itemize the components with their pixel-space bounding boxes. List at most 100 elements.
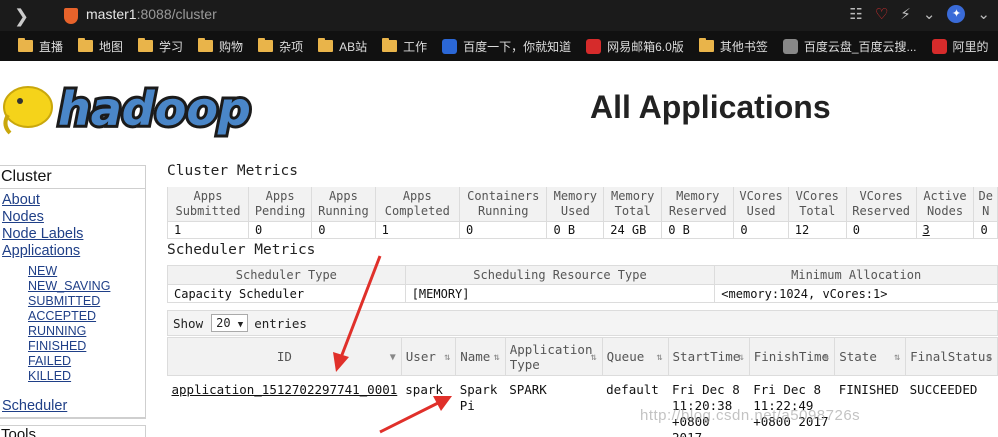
sidebar: Cluster About Nodes Node Labels Application…: [0, 165, 146, 419]
app-id-link[interactable]: application_1512702297741_0001: [172, 382, 398, 397]
metric-value: 0: [458, 220, 548, 239]
scheduler-metrics-title: Scheduler Metrics: [167, 242, 316, 258]
bookmark-item[interactable]: AB站: [318, 38, 367, 55]
chevron-down-icon[interactable]: ⌄: [977, 5, 990, 23]
active-nodes-link[interactable]: 3: [923, 223, 930, 237]
sort-icon[interactable]: ⇅: [444, 350, 450, 365]
lightning-icon[interactable]: ⚡: [900, 5, 911, 23]
metric-header-line1: VCores: [739, 188, 783, 203]
metric-header: Apps Pending: [247, 187, 313, 222]
metric-header: Active Nodes: [915, 187, 975, 222]
column-header-starttime[interactable]: StartTime ⇅: [667, 337, 750, 376]
metric-header-line2: Total: [614, 203, 651, 218]
column-header-label: Queue: [606, 349, 645, 364]
metric-value: 3: [915, 220, 975, 239]
sort-icon[interactable]: ⇅: [657, 350, 663, 365]
metric-header-line1: Memory: [553, 188, 598, 203]
address-bar[interactable]: master1:8088/cluster: [86, 6, 217, 22]
bookmark-item[interactable]: 购物: [198, 38, 243, 55]
bookmark-item[interactable]: 其他书签: [698, 38, 768, 55]
metric-header-line1: Apps: [402, 188, 432, 203]
bookmark-label: 购物: [219, 39, 244, 54]
sort-icon[interactable]: ⇅: [986, 350, 992, 365]
metric-value: 0: [973, 220, 998, 239]
metric-header: Apps Completed: [374, 187, 461, 222]
bookmark-item[interactable]: 杂项: [258, 38, 303, 55]
sidebar-tools-caption[interactable]: Tools: [0, 425, 146, 437]
sidebar-item-node-labels[interactable]: Node Labels: [0, 226, 145, 243]
sort-icon[interactable]: ⇅: [494, 350, 500, 365]
metric-header-line1: Apps: [328, 188, 358, 203]
sidebar-state-new[interactable]: NEW: [0, 264, 145, 279]
column-header-queue[interactable]: Queue ⇅: [601, 337, 669, 376]
metric-header-line1: VCores: [859, 188, 903, 203]
sidebar-item-about[interactable]: About: [0, 192, 145, 209]
column-header-finalstatus[interactable]: FinalStatus ⇅: [905, 337, 998, 376]
bookmark-item[interactable]: 地图: [78, 38, 123, 55]
sidebar-item-scheduler[interactable]: Scheduler: [0, 398, 145, 418]
start-l1: Fri Dec 8: [672, 382, 740, 397]
sidebar-state-failed[interactable]: FAILED: [0, 354, 145, 369]
translate-icon[interactable]: ☷: [849, 5, 862, 23]
sort-icon[interactable]: ⇅: [738, 350, 744, 365]
bookmark-item[interactable]: 百度云盘_百度云搜...: [782, 38, 917, 55]
bookmark-label: 直播: [39, 39, 64, 54]
folder-icon: [258, 38, 274, 52]
min-allocation-value: <memory:1024, vCores:1>: [714, 284, 998, 303]
column-header-state[interactable]: State ⇅: [834, 337, 907, 376]
folder-icon: [198, 38, 214, 52]
sort-icon[interactable]: ▼: [390, 350, 396, 365]
sidebar-state-new-saving[interactable]: NEW_SAVING: [0, 279, 145, 294]
bookmark-label: 地图: [99, 39, 124, 54]
column-header-label: State: [839, 349, 877, 364]
metric-header-line1: Memory: [676, 188, 720, 203]
chevron-down-icon[interactable]: ⌄: [923, 5, 936, 23]
sidebar-item-nodes[interactable]: Nodes: [0, 209, 145, 226]
show-label: Show: [173, 315, 204, 331]
site-icon: [931, 38, 947, 54]
bookmark-item[interactable]: 网易邮箱6.0版: [586, 38, 684, 55]
sidebar-item-applications[interactable]: Applications: [0, 243, 145, 260]
column-header-label: User: [405, 349, 436, 364]
metric-value: 1: [167, 220, 249, 239]
metric-header-line1: Apps: [193, 188, 223, 203]
metric-header-line2: N: [982, 203, 990, 218]
browser-toolbar: ❯ master1:8088/cluster ☷ ♡ ⚡ ⌄ ✦ ⌄: [0, 0, 998, 31]
sidebar-state-finished[interactable]: FINISHED: [0, 339, 145, 354]
column-header-name[interactable]: Name ⇅: [455, 337, 506, 376]
column-header-label: Application: [509, 341, 593, 357]
bookmark-item[interactable]: 阿里的: [931, 38, 989, 55]
sort-icon[interactable]: ⇅: [591, 350, 597, 365]
sidebar-state-killed[interactable]: KILLED: [0, 369, 145, 384]
site-icon: [782, 38, 798, 54]
sidebar-caption[interactable]: Cluster: [0, 166, 145, 189]
column-header-user[interactable]: User ⇅: [400, 337, 457, 376]
shield-icon[interactable]: [64, 8, 78, 24]
bookmark-label: 杂项: [279, 39, 304, 54]
bookmark-item[interactable]: 百度一下，你就知道: [442, 38, 571, 55]
column-header-application-type[interactable]: Application Type ⇅: [504, 337, 603, 376]
metric-header: VCores Used: [733, 187, 789, 222]
sort-icon[interactable]: ⇅: [894, 350, 900, 365]
sidebar-state-accepted[interactable]: ACCEPTED: [0, 309, 145, 324]
folder-icon: [78, 38, 94, 52]
bookmark-label: 网易邮箱6.0版: [607, 39, 684, 54]
favorite-icon[interactable]: ♡: [875, 5, 888, 23]
column-header-id[interactable]: ID ▼: [167, 337, 402, 376]
sort-icon[interactable]: ⇅: [823, 350, 829, 365]
column-header-finishtime[interactable]: FinishTime ⇅: [748, 337, 836, 376]
bookmark-item[interactable]: 学习: [138, 38, 183, 55]
url-path: :8088/cluster: [136, 6, 217, 22]
metric-header-line2: Nodes: [926, 203, 964, 218]
sidebar-state-submitted[interactable]: SUBMITTED: [0, 294, 145, 309]
sidebar-state-running[interactable]: RUNNING: [0, 324, 145, 339]
bookmark-item[interactable]: 工作: [382, 38, 427, 55]
bookmark-item[interactable]: 直播: [18, 38, 63, 55]
metric-header-line2: Running: [318, 203, 369, 218]
metric-header: VCores Total: [787, 187, 847, 222]
forward-icon[interactable]: ❯: [14, 6, 29, 27]
folder-icon: [698, 38, 714, 52]
entries-select[interactable]: 20 ▼: [211, 314, 249, 332]
folder-icon: [138, 38, 154, 52]
paw-icon[interactable]: ✦: [947, 5, 966, 23]
